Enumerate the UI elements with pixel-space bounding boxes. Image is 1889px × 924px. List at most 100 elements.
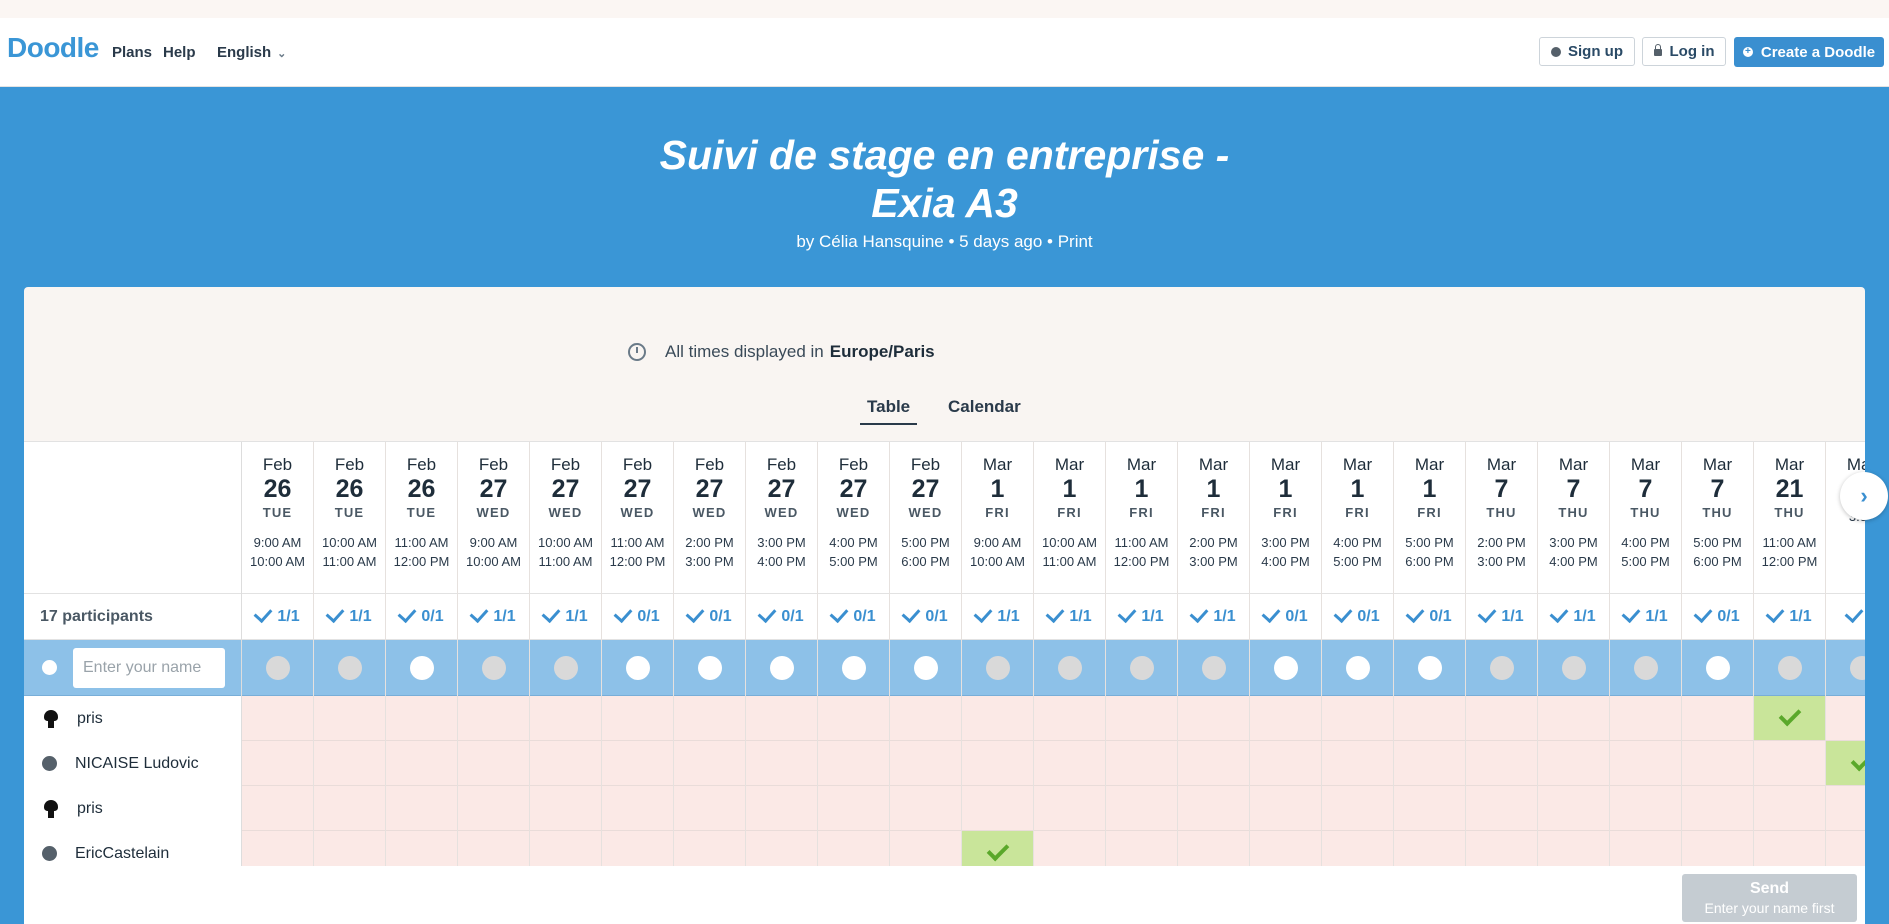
poll-title-line2: Exia A3 xyxy=(871,180,1018,226)
radio-circle[interactable] xyxy=(1057,655,1082,680)
slot-end-time: 6:00 PM xyxy=(1693,554,1742,569)
slot-end-time: 3:00 PM xyxy=(685,554,734,569)
slot-end-time: 11:00 AM xyxy=(1042,554,1097,569)
slot-input-cell[interactable] xyxy=(1826,640,1865,696)
vote-cell xyxy=(1178,741,1249,786)
name-entry-row xyxy=(24,640,241,696)
slot-day: 7 xyxy=(1710,475,1725,503)
vote-cell xyxy=(674,786,745,831)
slot-start-time: 5:00 PM xyxy=(1405,535,1454,550)
radio-circle[interactable] xyxy=(985,655,1010,680)
vote-cell xyxy=(1034,786,1105,831)
create-doodle-button[interactable]: + Create a Doodle xyxy=(1734,37,1884,67)
vote-cell xyxy=(314,741,385,786)
slot-input-cell[interactable] xyxy=(746,640,817,696)
slot-input-cell[interactable] xyxy=(962,640,1033,696)
check-icon xyxy=(1693,603,1713,624)
vote-cell xyxy=(1178,786,1249,831)
poll-card: All times displayed in Europe/Paris Tabl… xyxy=(24,287,1865,924)
radio-circle[interactable] xyxy=(625,655,650,680)
tab-table[interactable]: Table xyxy=(860,397,918,425)
slot-count: 1/1 xyxy=(314,594,385,640)
radio-circle[interactable] xyxy=(1777,655,1802,680)
slot-column: Feb 27 WED 11:00 AM 12:00 PM 0/1 xyxy=(602,442,674,867)
slot-month: Feb xyxy=(694,455,725,474)
language-selector[interactable]: English ⌄ xyxy=(217,44,286,61)
vote-cell xyxy=(458,741,529,786)
radio-circle[interactable] xyxy=(1489,655,1514,680)
tab-calendar[interactable]: Calendar xyxy=(948,397,1021,417)
slot-input-cell[interactable] xyxy=(1106,640,1177,696)
check-icon xyxy=(829,603,849,624)
slot-header: Mar 7 THU 3:00 PM 4:00 PM xyxy=(1538,442,1609,594)
radio-circle[interactable] xyxy=(337,655,362,680)
radio-circle[interactable] xyxy=(1633,655,1658,680)
vote-cell xyxy=(386,831,457,867)
timezone-value[interactable]: Europe/Paris xyxy=(830,342,935,362)
slot-input-cell[interactable] xyxy=(1322,640,1393,696)
radio-circle[interactable] xyxy=(553,655,578,680)
check-icon xyxy=(253,603,273,624)
radio-circle[interactable] xyxy=(1273,655,1298,680)
slot-end-time: 11:00 AM xyxy=(538,554,593,569)
slot-header: Mar 7 THU 5:00 PM 6:00 PM xyxy=(1682,442,1753,594)
slot-input-cell[interactable] xyxy=(1250,640,1321,696)
slot-count-value: 1/1 xyxy=(1069,607,1092,625)
radio-circle[interactable] xyxy=(265,655,290,680)
radio-circle[interactable] xyxy=(1345,655,1370,680)
slot-input-cell[interactable] xyxy=(530,640,601,696)
slot-weekday: FRI xyxy=(1345,505,1370,520)
radio-circle[interactable] xyxy=(1129,655,1154,680)
slot-input-cell[interactable] xyxy=(314,640,385,696)
radio-circle[interactable] xyxy=(409,655,434,680)
slot-input-cell[interactable] xyxy=(386,640,457,696)
slot-input-cell[interactable] xyxy=(1394,640,1465,696)
radio-circle[interactable] xyxy=(913,655,938,680)
login-button[interactable]: Log in xyxy=(1642,37,1726,66)
send-button[interactable]: Send Enter your name first xyxy=(1682,874,1857,922)
vote-cell xyxy=(1826,786,1865,831)
slot-start-time: 2:00 PM xyxy=(685,535,734,550)
radio-circle[interactable] xyxy=(1201,655,1226,680)
slot-weekday: FRI xyxy=(1201,505,1226,520)
radio-circle[interactable] xyxy=(769,655,794,680)
vote-cell xyxy=(1682,741,1753,786)
nav-plans-link[interactable]: Plans xyxy=(112,44,152,61)
slot-day: 27 xyxy=(479,475,508,503)
slot-input-cell[interactable] xyxy=(890,640,961,696)
slot-input-cell[interactable] xyxy=(1754,640,1825,696)
slot-count: 0/1 xyxy=(890,594,961,640)
slot-input-cell[interactable] xyxy=(242,640,313,696)
slot-input-cell[interactable] xyxy=(1466,640,1537,696)
vote-cell xyxy=(1682,831,1753,867)
vote-yes-cell xyxy=(1754,696,1825,741)
slot-count-value: 1/1 xyxy=(1789,607,1812,625)
radio-circle[interactable] xyxy=(1417,655,1442,680)
language-label: English xyxy=(217,44,272,61)
slot-input-cell[interactable] xyxy=(1610,640,1681,696)
next-slots-button[interactable]: › xyxy=(1840,472,1888,520)
slot-input-cell[interactable] xyxy=(458,640,529,696)
slot-end-time: 11:00 AM xyxy=(322,554,377,569)
slot-input-cell[interactable] xyxy=(818,640,889,696)
signup-button[interactable]: Sign up xyxy=(1539,37,1635,66)
slot-month: Feb xyxy=(838,455,869,474)
slot-input-cell[interactable] xyxy=(1682,640,1753,696)
participant-column: 17 participants pris NICAISE Ludovic pris E… xyxy=(24,442,242,867)
slot-input-cell[interactable] xyxy=(1034,640,1105,696)
name-input[interactable] xyxy=(73,647,225,688)
check-icon xyxy=(973,603,993,624)
radio-circle[interactable] xyxy=(1705,655,1730,680)
slot-header: Mar 1 FRI 3:00 PM 4:00 PM xyxy=(1250,442,1321,594)
slot-input-cell[interactable] xyxy=(602,640,673,696)
radio-circle[interactable] xyxy=(1849,655,1865,680)
slot-input-cell[interactable] xyxy=(674,640,745,696)
doodle-logo[interactable]: Doodle xyxy=(7,32,99,64)
radio-circle[interactable] xyxy=(841,655,866,680)
slot-input-cell[interactable] xyxy=(1178,640,1249,696)
radio-circle[interactable] xyxy=(697,655,722,680)
radio-circle[interactable] xyxy=(1561,655,1586,680)
nav-help-link[interactable]: Help xyxy=(163,44,196,61)
slot-input-cell[interactable] xyxy=(1538,640,1609,696)
radio-circle[interactable] xyxy=(481,655,506,680)
